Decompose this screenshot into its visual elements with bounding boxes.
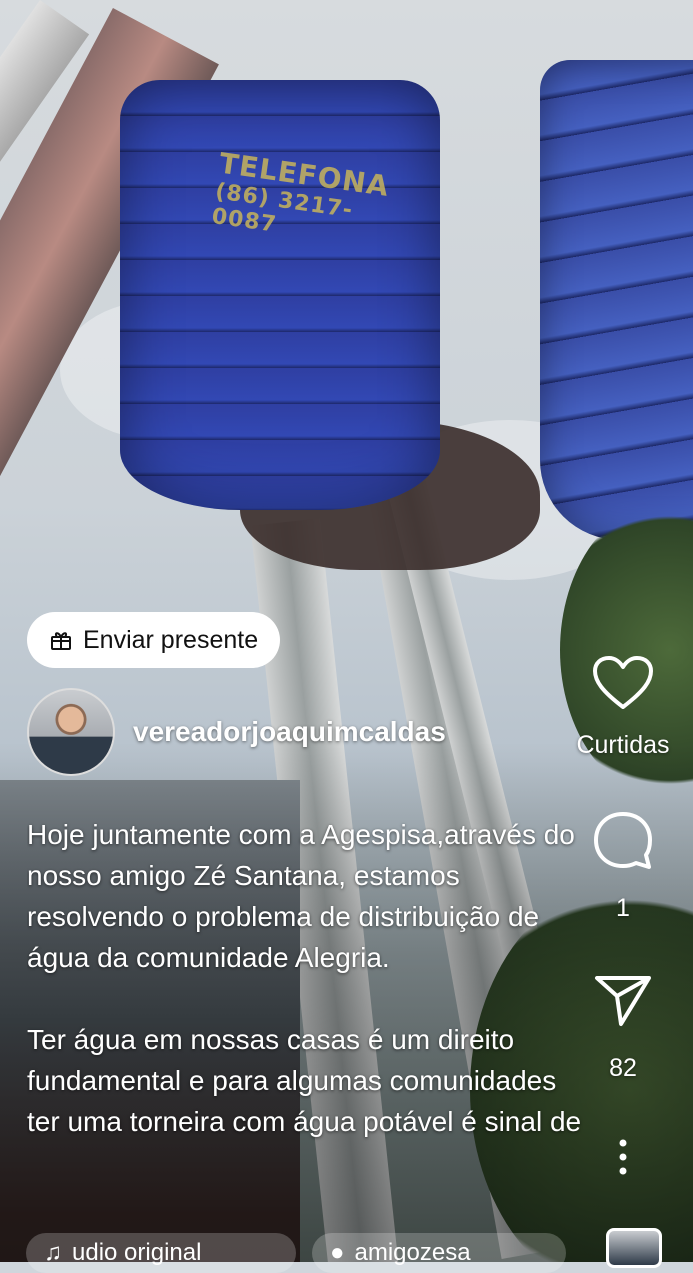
tagged-user-label: amigozesa: [354, 1239, 471, 1266]
heart-icon[interactable]: [592, 655, 654, 711]
water-tank: [120, 80, 440, 510]
post-author[interactable]: vereadorjoaquimcaldas: [27, 688, 446, 776]
gift-icon: [51, 632, 71, 650]
music-note-icon: ♫: [44, 1239, 62, 1266]
username[interactable]: vereadorjoaquimcaldas: [133, 716, 446, 748]
comment-icon[interactable]: [592, 810, 654, 872]
caption-paragraph: Hoje juntamente com a Agespisa,através d…: [27, 819, 575, 973]
likes-label: Curtidas: [576, 731, 670, 759]
more-options-button[interactable]: [553, 1138, 693, 1178]
like-action[interactable]: Curtidas: [553, 655, 693, 760]
send-gift-label: Enviar presente: [83, 625, 259, 654]
avatar[interactable]: [27, 688, 115, 776]
second-water-tank: [540, 60, 693, 540]
send-icon[interactable]: [593, 972, 653, 1028]
send-gift-button[interactable]: Enviar presente: [27, 612, 281, 668]
person-icon: ●: [330, 1239, 345, 1266]
tagged-user-pill[interactable]: ● amigozesa: [312, 1233, 566, 1273]
share-action[interactable]: 82: [553, 972, 693, 1083]
more-vertical-icon[interactable]: [613, 1138, 633, 1178]
audio-thumbnail[interactable]: [606, 1228, 662, 1268]
comment-count: 1: [616, 894, 630, 922]
post-caption[interactable]: Hoje juntamente com a Agespisa,através d…: [27, 814, 587, 1209]
audio-label: udio original: [72, 1239, 202, 1266]
audio-pill[interactable]: ♫ udio original: [26, 1233, 296, 1273]
comment-action[interactable]: 1: [553, 810, 693, 923]
caption-paragraph: Ter água em nossas casas é um direito fu…: [27, 1024, 582, 1137]
share-count: 82: [609, 1054, 637, 1082]
